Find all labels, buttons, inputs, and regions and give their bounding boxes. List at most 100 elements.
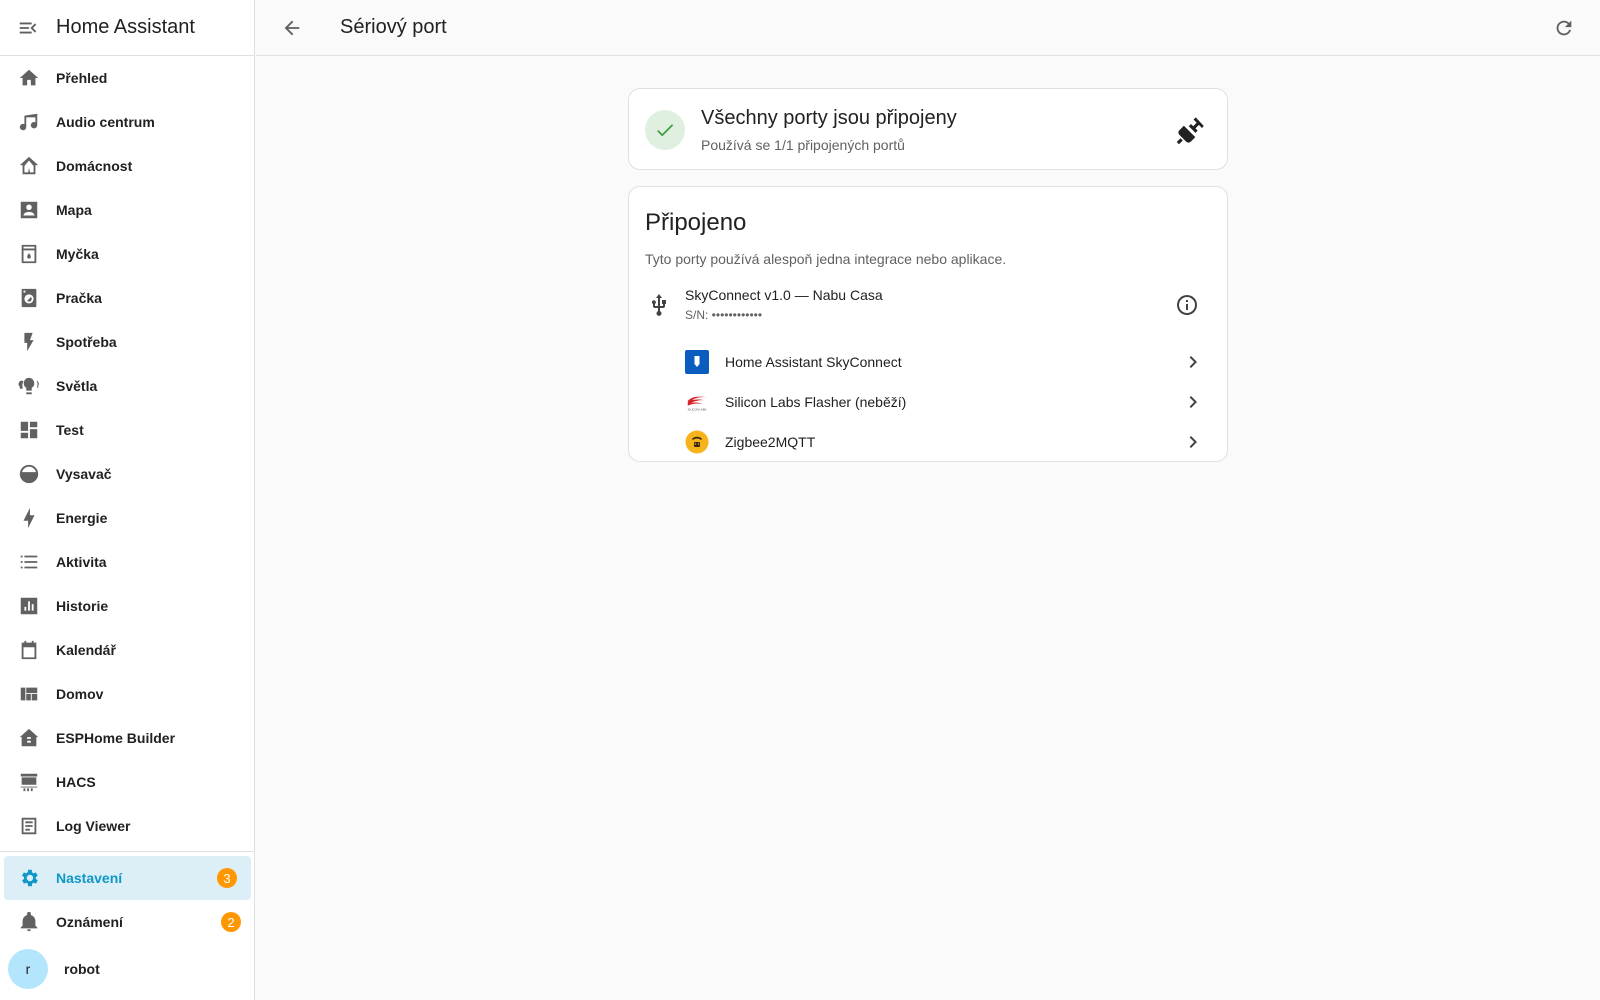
sidebar-item-svetla[interactable]: Světla xyxy=(0,364,254,408)
sidebar-item-spotreba[interactable]: Spotřeba xyxy=(0,320,254,364)
zigbee2mqtt-icon xyxy=(685,430,709,454)
silicon-labs-icon: SILICON LABS xyxy=(685,390,709,414)
sidebar-item-oznameni[interactable]: Oznámení 2 xyxy=(0,900,255,944)
connected-description: Tyto porty používá alespoň jedna integra… xyxy=(645,251,1007,267)
skyconnect-icon xyxy=(685,350,709,374)
sidebar-item-aktivita[interactable]: Aktivita xyxy=(0,540,254,584)
sidebar-item-log-viewer[interactable]: Log Viewer xyxy=(0,804,254,848)
account-box-icon xyxy=(18,199,40,221)
sidebar-item-audio-centrum[interactable]: Audio centrum xyxy=(0,100,254,144)
sidebar-item-hacs[interactable]: HACS xyxy=(0,760,254,804)
sidebar-item-label: Energie xyxy=(56,510,108,526)
device-serial: S/N: •••••••••••• xyxy=(685,308,763,322)
sidebar-item-label: Oznámení xyxy=(56,914,123,930)
avatar: r xyxy=(8,949,48,989)
chevron-right-icon xyxy=(1189,356,1197,368)
sidebar-item-label: Mapa xyxy=(56,202,92,218)
integration-name: Silicon Labs Flasher (neběží) xyxy=(725,394,907,410)
svg-text:SILICON LABS: SILICON LABS xyxy=(688,407,707,411)
refresh-icon xyxy=(1556,20,1572,36)
sidebar-item-domacnost[interactable]: Domácnost xyxy=(0,144,254,188)
sidebar-item-nastaveni[interactable]: Nastavení 3 xyxy=(4,856,251,900)
status-card: Všechny porty jsou připojeny Používá se … xyxy=(628,88,1228,170)
sidebar-item-label: Myčka xyxy=(56,246,99,262)
robot-vacuum-icon xyxy=(18,463,40,485)
lightning-bolt-icon xyxy=(18,507,40,529)
bell-icon xyxy=(18,911,40,933)
sidebar-item-mycka[interactable]: Myčka xyxy=(0,232,254,276)
sidebar: Home Assistant Přehled Audio centrum Dom… xyxy=(0,0,255,1000)
info-icon[interactable] xyxy=(1175,293,1199,317)
sidebar-item-historie[interactable]: Historie xyxy=(0,584,254,628)
back-button[interactable] xyxy=(268,4,316,52)
connected-title: Připojeno xyxy=(645,209,747,236)
washing-machine-icon xyxy=(18,287,40,309)
sidebar-item-label: Audio centrum xyxy=(56,114,155,130)
sidebar-item-label: Log Viewer xyxy=(56,818,131,834)
usb-icon xyxy=(651,294,666,316)
sidebar-list: Přehled Audio centrum Domácnost Mapa Myč… xyxy=(0,56,254,848)
check-icon xyxy=(645,110,685,150)
dishwasher-icon xyxy=(18,243,40,265)
sidebar-item-label: Aktivita xyxy=(56,554,107,570)
arrow-left-icon xyxy=(284,20,300,35)
sidebar-item-label: Test xyxy=(56,422,84,438)
serial-port-cable-icon xyxy=(1171,110,1211,150)
device-name: SkyConnect v1.0 — Nabu Casa xyxy=(685,287,883,303)
settings-badge: 3 xyxy=(217,868,237,888)
status-title: Všechny porty jsou připojeny xyxy=(701,107,957,129)
integration-row-silicon-labs[interactable]: SILICON LABS Silicon Labs Flasher (neběž… xyxy=(685,382,1205,422)
lightbulb-group-icon xyxy=(18,375,40,397)
user-name: robot xyxy=(64,961,100,977)
sidebar-item-label: Světla xyxy=(56,378,98,394)
integration-row-zigbee2mqtt[interactable]: Zigbee2MQTT xyxy=(685,422,1205,461)
sidebar-item-kalendar[interactable]: Kalendář xyxy=(0,628,254,672)
home-icon xyxy=(18,67,40,89)
esphome-icon xyxy=(18,727,40,749)
sidebar-item-label: Nastavení xyxy=(56,870,123,886)
sidebar-item-pracka[interactable]: Pračka xyxy=(0,276,254,320)
integration-row-skyconnect[interactable]: Home Assistant SkyConnect xyxy=(685,342,1205,382)
menu-open-icon xyxy=(19,22,37,33)
sidebar-item-label: Přehled xyxy=(56,70,108,86)
status-subtitle: Používá se 1/1 připojených portů xyxy=(701,137,905,153)
sidebar-user[interactable]: r robot xyxy=(0,944,255,994)
sidebar-item-mapa[interactable]: Mapa xyxy=(0,188,254,232)
sidebar-item-label: Pračka xyxy=(56,290,102,306)
page-title: Sériový port xyxy=(340,16,447,38)
notifications-badge: 2 xyxy=(221,912,241,932)
connected-card: Připojeno Tyto porty používá alespoň jed… xyxy=(628,186,1228,462)
sidebar-divider xyxy=(0,851,255,852)
integration-name: Zigbee2MQTT xyxy=(725,434,816,450)
sidebar-item-prehled[interactable]: Přehled xyxy=(0,56,254,100)
chevron-right-icon xyxy=(1189,436,1197,448)
view-quilt-icon xyxy=(18,683,40,705)
menu-toggle-button[interactable] xyxy=(0,0,56,56)
format-list-bulleted-icon xyxy=(18,551,40,573)
integration-name: Home Assistant SkyConnect xyxy=(725,354,902,370)
sidebar-item-domov[interactable]: Domov xyxy=(0,672,254,716)
flash-icon xyxy=(18,331,40,353)
music-note-icon xyxy=(18,111,40,133)
sidebar-item-label: HACS xyxy=(56,774,96,790)
sidebar-bottom: Nastavení 3 Oznámení 2 r robot xyxy=(0,856,255,994)
app-title: Home Assistant xyxy=(56,16,195,38)
sidebar-item-label: Domácnost xyxy=(56,158,133,174)
sidebar-item-label: ESPHome Builder xyxy=(56,730,176,746)
gear-icon xyxy=(18,867,40,889)
chart-box-icon xyxy=(18,595,40,617)
topbar: Sériový port xyxy=(256,0,1600,56)
sidebar-item-label: Domov xyxy=(56,686,104,702)
sidebar-item-label: Kalendář xyxy=(56,642,116,658)
sidebar-item-esphome-builder[interactable]: ESPHome Builder xyxy=(0,716,254,760)
sidebar-item-vysavac[interactable]: Vysavač xyxy=(0,452,254,496)
sidebar-item-energie[interactable]: Energie xyxy=(0,496,254,540)
text-box-icon xyxy=(18,815,40,837)
view-dashboard-icon xyxy=(18,419,40,441)
sidebar-item-label: Historie xyxy=(56,598,109,614)
sidebar-item-test[interactable]: Test xyxy=(0,408,254,452)
sidebar-item-label: Vysavač xyxy=(56,466,112,482)
sidebar-item-label: Spotřeba xyxy=(56,334,117,350)
refresh-button[interactable] xyxy=(1540,4,1588,52)
device-row: SkyConnect v1.0 — Nabu Casa S/N: •••••••… xyxy=(629,287,1227,327)
